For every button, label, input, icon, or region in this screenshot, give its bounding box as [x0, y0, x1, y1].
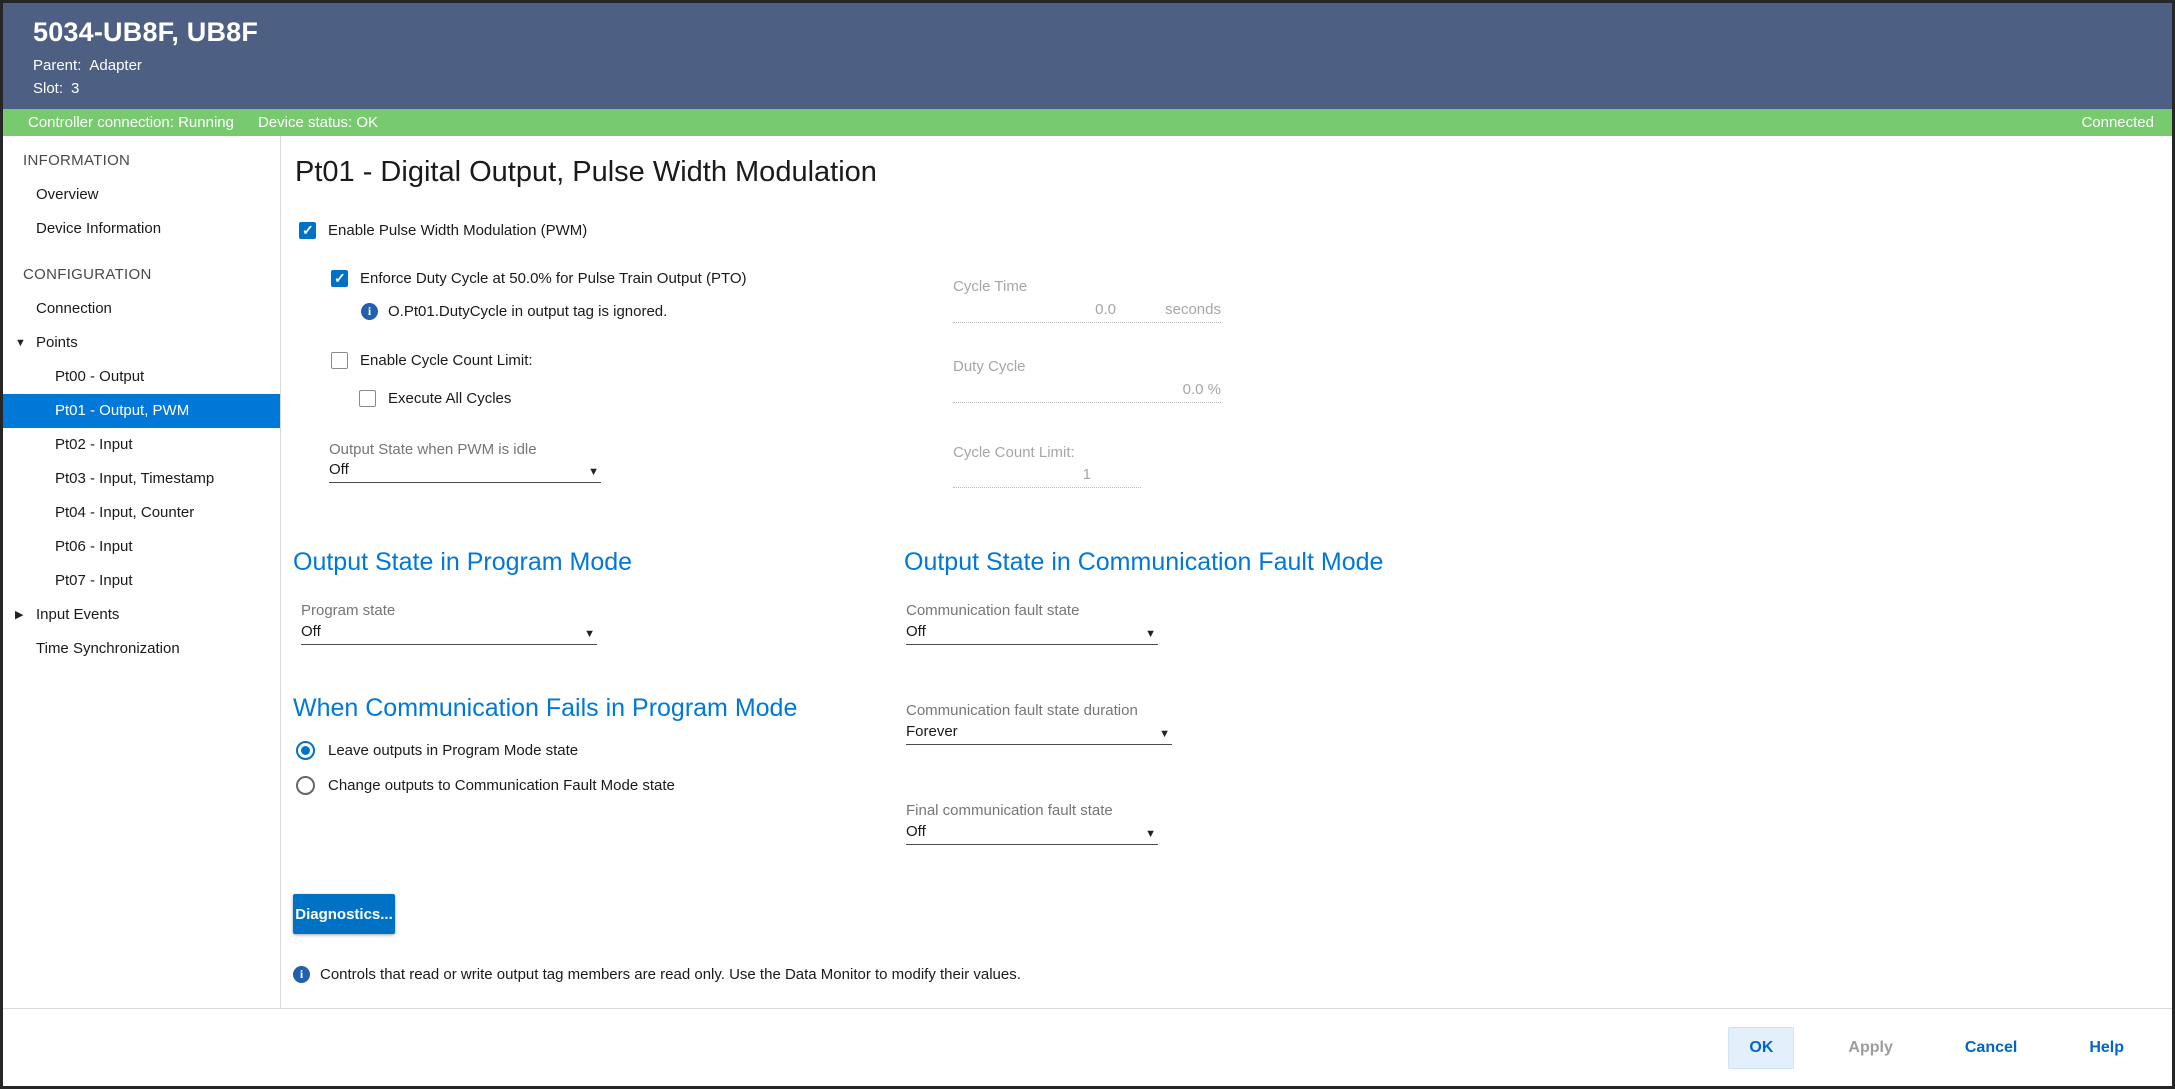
cancel-button[interactable]: Cancel — [1947, 1028, 2035, 1068]
main-panel: Pt01 - Digital Output, Pulse Width Modul… — [281, 136, 2172, 1008]
chevron-down-icon[interactable]: ▼ — [15, 326, 26, 360]
sidebar-item-points[interactable]: ▼Points — [3, 326, 280, 360]
program-mode-heading: Output State in Program Mode — [293, 548, 632, 577]
apply-button[interactable]: Apply — [1830, 1028, 1910, 1068]
enforce-duty-row: Enforce Duty Cycle at 50.0% for Pulse Tr… — [331, 270, 747, 287]
execute-all-label: Execute All Cycles — [388, 390, 511, 407]
read-only-note-row: i Controls that read or write output tag… — [293, 966, 1021, 983]
ok-button[interactable]: OK — [1728, 1027, 1794, 1069]
dropdown-arrow-icon: ▼ — [1145, 628, 1158, 640]
execute-all-checkbox[interactable] — [359, 390, 376, 407]
program-state-value: Off — [301, 623, 584, 640]
final-comm-fault-state-dropdown[interactable]: Off ▼ — [906, 823, 1158, 845]
window-header: 5034-UB8F, UB8F Parent: Adapter Slot: 3 — [3, 3, 2172, 109]
sidebar-item-pt01-output-pwm[interactable]: Pt01 - Output, PWM — [3, 394, 280, 428]
page-title: Pt01 - Digital Output, Pulse Width Modul… — [295, 156, 877, 189]
enforce-note-row: i O.Pt01.DutyCycle in output tag is igno… — [361, 303, 667, 320]
comm-fault-duration-value: Forever — [906, 723, 1159, 740]
comm-fault-state-label: Communication fault state — [906, 602, 1079, 619]
navigation-sidebar: INFORMATION Overview Device Information … — [3, 136, 281, 1008]
cycle-count-limit-value: 1 — [953, 466, 1141, 483]
leave-outputs-radio[interactable] — [296, 741, 315, 760]
duty-cycle-field: 0.0 % — [953, 381, 1221, 403]
controller-connection-status: Controller connection: Running — [28, 114, 234, 131]
enable-cycle-count-label: Enable Cycle Count Limit: — [360, 352, 533, 369]
final-comm-fault-state-value: Off — [906, 823, 1145, 840]
sidebar-item-connection[interactable]: Connection — [3, 292, 280, 326]
enable-pwm-row: Enable Pulse Width Modulation (PWM) — [299, 222, 587, 239]
cycle-count-limit-label: Cycle Count Limit: — [953, 444, 1075, 461]
info-icon: i — [293, 966, 310, 983]
parent-line: Parent: Adapter — [33, 57, 2172, 74]
chevron-right-icon[interactable]: ▶ — [15, 598, 23, 632]
sidebar-item-pt04-input-counter[interactable]: Pt04 - Input, Counter — [3, 496, 280, 530]
enable-pwm-label: Enable Pulse Width Modulation (PWM) — [328, 222, 587, 239]
diagnostics-button[interactable]: Diagnostics... — [293, 894, 395, 934]
cycle-time-unit: seconds — [1116, 301, 1221, 318]
nav-section-configuration: CONFIGURATION — [3, 258, 280, 292]
enforce-duty-checkbox[interactable] — [331, 270, 348, 287]
leave-outputs-option: Leave outputs in Program Mode state — [296, 741, 578, 760]
cycle-time-label: Cycle Time — [953, 278, 1027, 295]
parent-value: Adapter — [89, 57, 142, 74]
cycle-time-value: 0.0 — [953, 301, 1116, 318]
sidebar-item-pt06-input[interactable]: Pt06 - Input — [3, 530, 280, 564]
comm-fault-duration-dropdown[interactable]: Forever ▼ — [906, 723, 1172, 745]
program-state-label: Program state — [301, 602, 395, 619]
parent-label: Parent: — [33, 57, 81, 74]
change-outputs-label: Change outputs to Communication Fault Mo… — [328, 777, 675, 794]
enforce-note-text: O.Pt01.DutyCycle in output tag is ignore… — [388, 303, 667, 320]
device-title: 5034-UB8F, UB8F — [33, 17, 2172, 48]
slot-label: Slot: — [33, 80, 63, 97]
leave-outputs-label: Leave outputs in Program Mode state — [328, 742, 578, 759]
enable-cycle-count-row: Enable Cycle Count Limit: — [331, 352, 533, 369]
sidebar-item-time-synchronization[interactable]: Time Synchronization — [3, 632, 280, 666]
comm-fault-state-value: Off — [906, 623, 1145, 640]
dialog-footer: OK Apply Cancel Help — [3, 1008, 2172, 1086]
comm-fault-duration-label: Communication fault state duration — [906, 702, 1138, 719]
change-outputs-option: Change outputs to Communication Fault Mo… — [296, 776, 675, 795]
dropdown-arrow-icon: ▼ — [1159, 728, 1172, 740]
connection-state: Connected — [2081, 114, 2154, 131]
enable-pwm-checkbox[interactable] — [299, 222, 316, 239]
nav-section-information: INFORMATION — [3, 144, 280, 178]
dropdown-arrow-icon: ▼ — [588, 466, 601, 478]
enforce-duty-label: Enforce Duty Cycle at 50.0% for Pulse Tr… — [360, 270, 747, 287]
help-button[interactable]: Help — [2071, 1028, 2142, 1068]
execute-all-row: Execute All Cycles — [359, 390, 511, 407]
status-bar: Controller connection: Running Device st… — [3, 109, 2172, 136]
duty-cycle-value: 0.0 % — [953, 381, 1221, 398]
idle-state-dropdown[interactable]: Off ▼ — [329, 461, 601, 483]
sidebar-item-pt02-input[interactable]: Pt02 - Input — [3, 428, 280, 462]
cycle-time-field: 0.0 seconds — [953, 301, 1221, 323]
enable-cycle-count-checkbox[interactable] — [331, 352, 348, 369]
comm-fails-heading: When Communication Fails in Program Mode — [293, 694, 797, 723]
program-state-dropdown[interactable]: Off ▼ — [301, 623, 597, 645]
sidebar-item-device-information[interactable]: Device Information — [3, 212, 280, 246]
change-outputs-radio[interactable] — [296, 776, 315, 795]
sidebar-item-input-events[interactable]: ▶Input Events — [3, 598, 280, 632]
sidebar-item-overview[interactable]: Overview — [3, 178, 280, 212]
dropdown-arrow-icon: ▼ — [584, 628, 597, 640]
comm-fault-state-dropdown[interactable]: Off ▼ — [906, 623, 1158, 645]
device-status: Device status: OK — [258, 114, 378, 131]
read-only-note-text: Controls that read or write output tag m… — [320, 966, 1021, 983]
info-icon: i — [361, 303, 378, 320]
duty-cycle-label: Duty Cycle — [953, 358, 1026, 375]
comm-fault-mode-heading: Output State in Communication Fault Mode — [904, 548, 1383, 577]
sidebar-item-pt03-input-timestamp[interactable]: Pt03 - Input, Timestamp — [3, 462, 280, 496]
sidebar-item-pt00-output[interactable]: Pt00 - Output — [3, 360, 280, 394]
idle-state-value: Off — [329, 461, 588, 478]
dropdown-arrow-icon: ▼ — [1145, 828, 1158, 840]
slot-value: 3 — [71, 80, 79, 97]
slot-line: Slot: 3 — [33, 80, 2172, 97]
final-comm-fault-state-label: Final communication fault state — [906, 802, 1113, 819]
sidebar-item-pt07-input[interactable]: Pt07 - Input — [3, 564, 280, 598]
idle-state-label: Output State when PWM is idle — [329, 441, 537, 458]
device-profile-window: 5034-UB8F, UB8F Parent: Adapter Slot: 3 Co… — [0, 0, 2175, 1089]
cycle-count-limit-field: 1 — [953, 466, 1141, 488]
